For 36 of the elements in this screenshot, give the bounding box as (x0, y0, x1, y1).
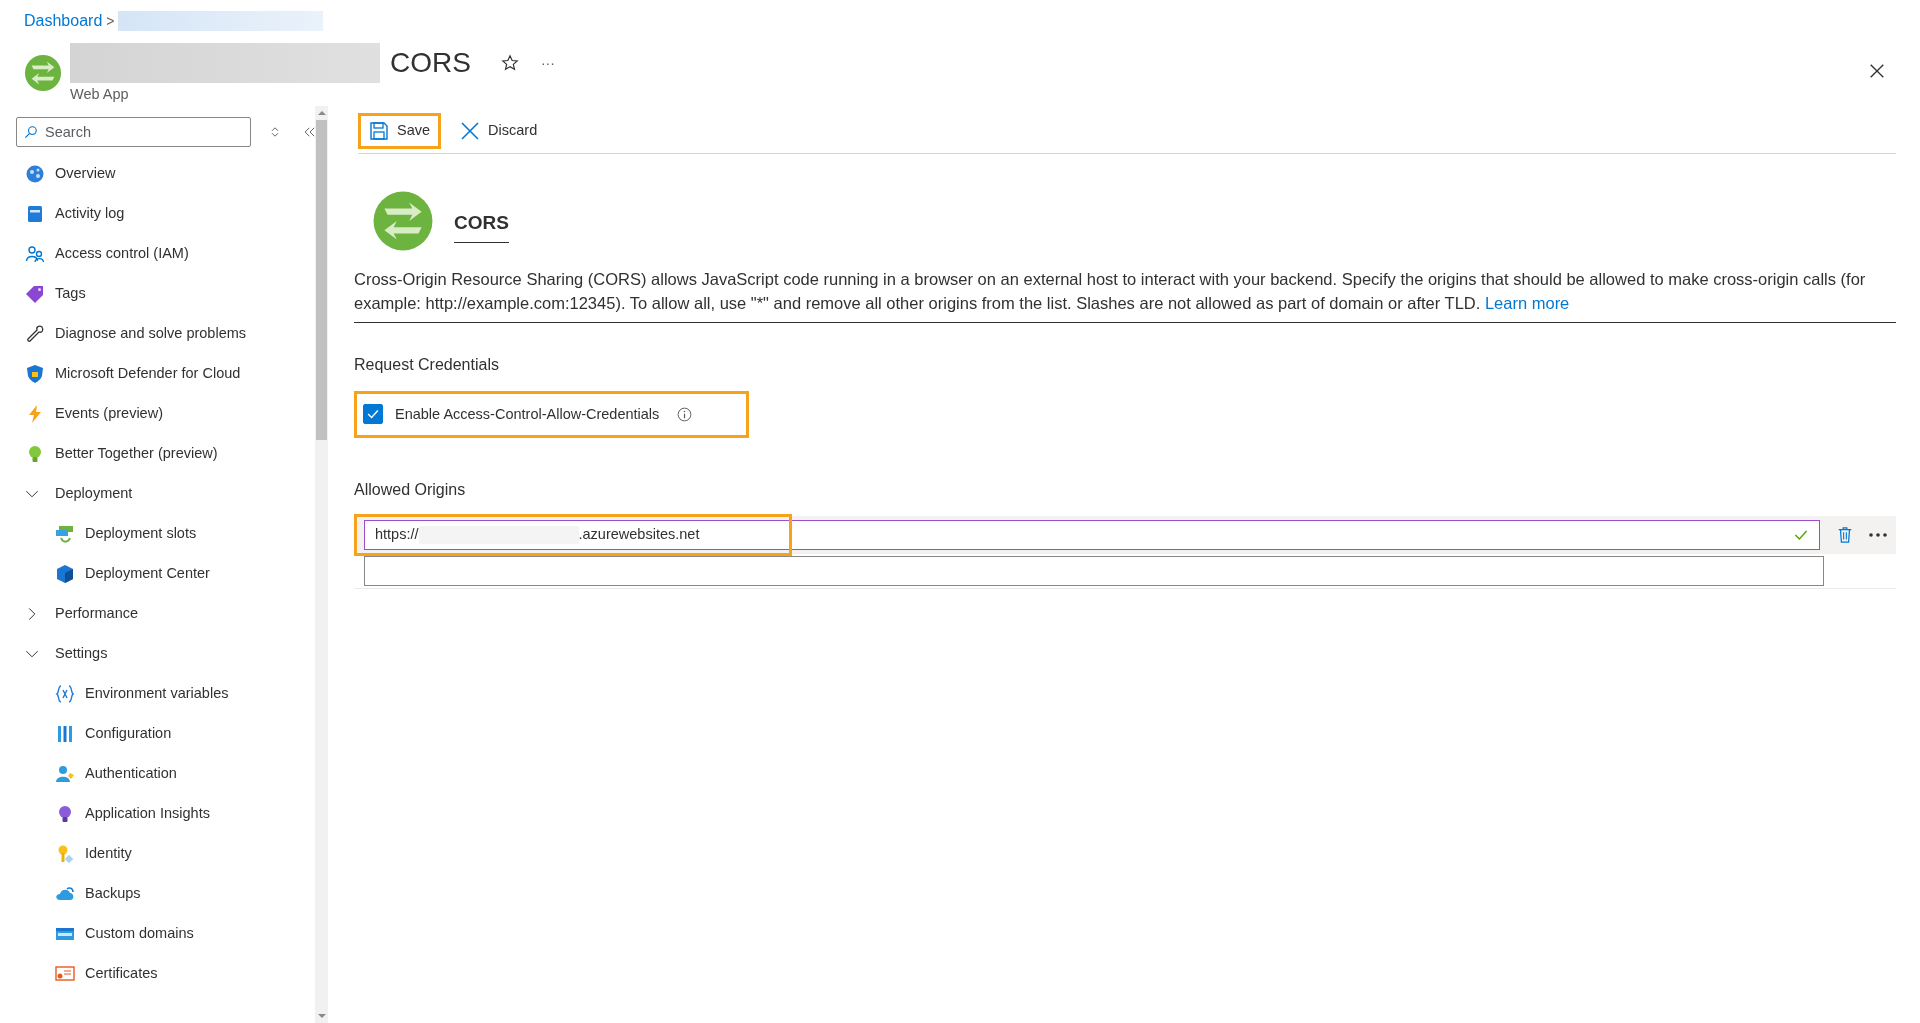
sidebar-group[interactable]: Performance (0, 593, 315, 634)
breadcrumb-link[interactable]: Dashboard (24, 9, 103, 33)
checkbox-label: Enable Access-Control-Allow-Credentials (395, 404, 660, 424)
sidebar-item[interactable]: Access control (IAM) (0, 233, 315, 274)
save-button[interactable]: Save (358, 113, 442, 150)
section-label: Request Credentials (354, 354, 500, 375)
learn-more-link[interactable]: Learn more (1484, 293, 1570, 312)
sidebar-item[interactable]: Backups (0, 873, 315, 914)
sidebar-item[interactable]: Activity log (0, 193, 315, 234)
sidebar-group[interactable]: Settings (0, 633, 315, 674)
origin-input[interactable]: https:// .azurewebsites.net (364, 520, 1820, 551)
breadcrumb-separator: > (106, 11, 115, 31)
more-button[interactable]: ··· (540, 52, 555, 74)
discard-button[interactable]: Discard (449, 113, 549, 150)
sidebar-item[interactable]: Better Together (preview) (0, 433, 315, 474)
sidebar-item[interactable]: Microsoft Defender for Cloud (0, 353, 315, 394)
resource-type: Web App (70, 85, 130, 104)
section-heading: CORS (454, 209, 509, 243)
page-title: CORS (390, 46, 471, 80)
description: Cross-Origin Resource Sharing (CORS) allows JavaScript code running in a browser on an external host to interact with your backend. Specify the origins that should be allowed to make cross-origin calls (for example: http://example.com:12345). To allow all, use "*" and remove all other origins from the list. Slashes are not allowed as part of domain or after TLD. Learn more (354, 267, 1896, 323)
sidebar-item[interactable]: Configuration (0, 713, 315, 754)
sidebar-item[interactable]: Diagnose and solve problems (0, 313, 315, 354)
sidebar-item[interactable]: Tags (0, 273, 315, 314)
sidebar-item[interactable]: Identity (0, 833, 315, 874)
sidebar-item[interactable]: Events (preview) (0, 393, 315, 434)
search-field[interactable]: Search (16, 116, 251, 147)
sidebar-item[interactable]: Authentication (0, 753, 315, 794)
sidebar-item[interactable]: Custom domains (0, 913, 315, 954)
sidebar-item[interactable]: Deployment Center (0, 553, 315, 594)
sidebar-item[interactable]: Application Insights (0, 793, 315, 834)
sidebar-item[interactable]: Certificates (0, 953, 315, 994)
sidebar-item[interactable]: Environment variables (0, 673, 315, 714)
sidebar-group[interactable]: Deployment (0, 473, 315, 514)
sidebar-item[interactable]: Overview (0, 153, 315, 194)
sidebar-item[interactable]: Deployment slots (0, 513, 315, 554)
section-label: Allowed Origins (354, 480, 467, 501)
